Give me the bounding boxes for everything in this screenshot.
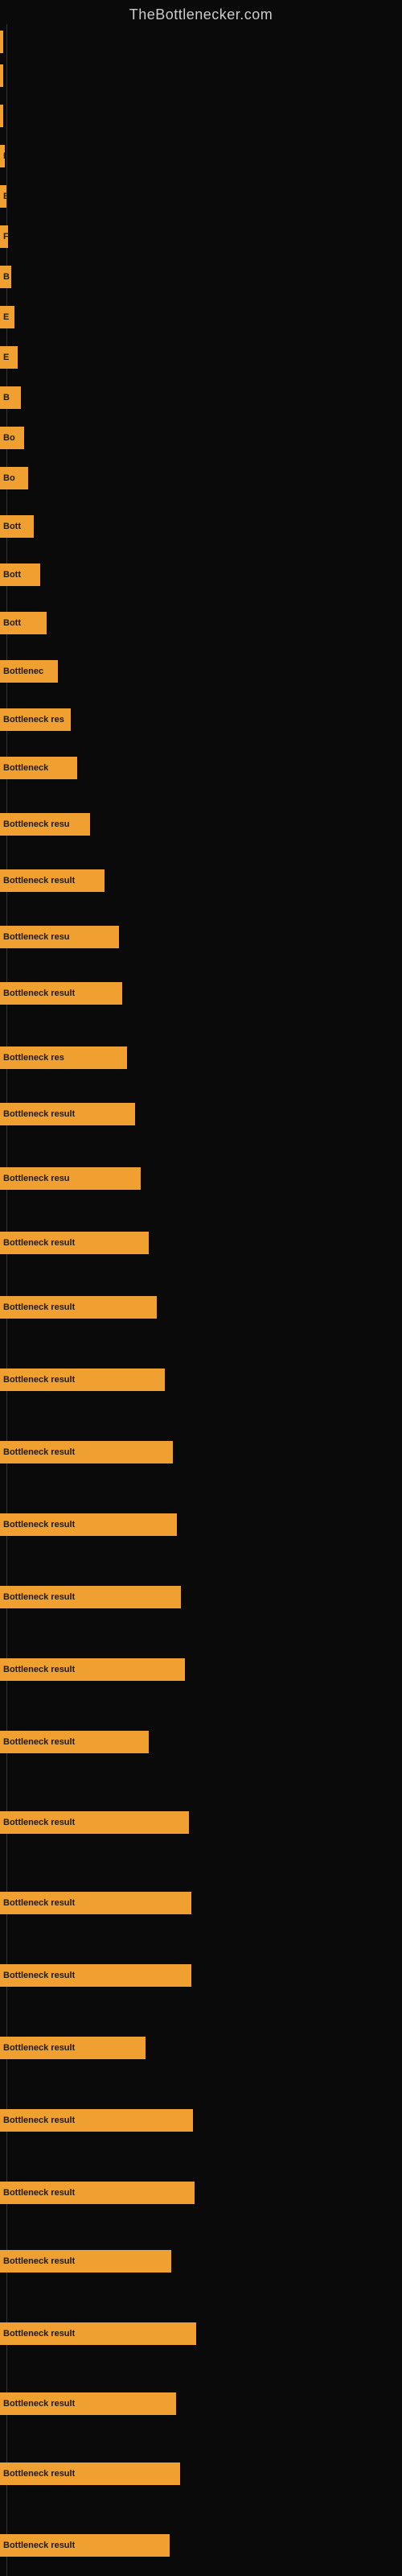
bar-item: Bo bbox=[0, 467, 28, 489]
bar-label: Bottleneck result bbox=[3, 2043, 75, 2053]
bar-item: F bbox=[0, 225, 8, 248]
bar-item: B bbox=[0, 386, 21, 409]
bar-label: B bbox=[3, 393, 10, 402]
bar-item: Bottleneck result bbox=[0, 982, 122, 1005]
bar-label: Bottleneck result bbox=[3, 1447, 75, 1457]
bar-label: Bottleneck bbox=[3, 763, 48, 773]
bar-item: Bottleneck result bbox=[0, 2037, 146, 2059]
bar-label: Bo bbox=[3, 473, 15, 483]
bar-item: Bottleneck result bbox=[0, 2322, 196, 2345]
bar-item: E bbox=[0, 145, 5, 167]
bar-label: Bottleneck result bbox=[3, 2399, 75, 2409]
chart-container: TheBottlenecker.com E E F B E E B Bo Bo Bott Bott B… bbox=[0, 0, 402, 2576]
bar-item: E bbox=[0, 306, 14, 328]
bar-item: B bbox=[0, 266, 11, 288]
bar-item: Bottleneck result bbox=[0, 1586, 181, 1608]
bar-item: Bottlenec bbox=[0, 660, 58, 683]
bar-label: E bbox=[3, 151, 5, 161]
bar-item: Bottleneck bbox=[0, 757, 77, 779]
bar-label: Bottleneck res bbox=[3, 715, 64, 724]
bar-label: Bottleneck result bbox=[3, 1592, 75, 1602]
bar-item: Bottleneck resu bbox=[0, 926, 119, 948]
bar-label: Bottleneck result bbox=[3, 1898, 75, 1908]
bar-item: E bbox=[0, 185, 6, 208]
bar-item: Bottleneck result bbox=[0, 1368, 165, 1391]
bar-label: Bottleneck result bbox=[3, 2116, 75, 2125]
bar-item: Bottleneck result bbox=[0, 2534, 170, 2557]
bar-label: Bottleneck result bbox=[3, 2329, 75, 2339]
bar-label: F bbox=[3, 232, 8, 242]
bar-item: Bottleneck result bbox=[0, 1103, 135, 1125]
bar-item: Bottleneck result bbox=[0, 2182, 195, 2204]
bar-label: Bottleneck result bbox=[3, 2188, 75, 2198]
bar-item: Bottleneck result bbox=[0, 1513, 177, 1536]
bar-label: Bottleneck result bbox=[3, 1302, 75, 1312]
bar-label: E bbox=[3, 192, 6, 201]
bar-label: Bottleneck result bbox=[3, 1971, 75, 1980]
bar-label: B bbox=[3, 272, 10, 282]
bar-label: Bottleneck result bbox=[3, 876, 75, 886]
bar-label: Bottleneck result bbox=[3, 2469, 75, 2479]
bar-label: Bottlenec bbox=[3, 667, 43, 676]
bar-label: Bottleneck result bbox=[3, 1109, 75, 1119]
bar-label: Bott bbox=[3, 522, 21, 531]
bar-item: Bottleneck result bbox=[0, 1658, 185, 1681]
bar-item: Bottleneck result bbox=[0, 2250, 171, 2273]
bar-item: Bottleneck resu bbox=[0, 1167, 141, 1190]
bar-label: Bottleneck result bbox=[3, 2541, 75, 2550]
bar-item: Bottleneck result bbox=[0, 1731, 149, 1753]
bar-item bbox=[0, 105, 3, 127]
bar-label: Bottleneck result bbox=[3, 1818, 75, 1827]
bar-item: Bottleneck result bbox=[0, 2462, 180, 2485]
bar-label: E bbox=[3, 312, 9, 322]
bar-item: Bott bbox=[0, 564, 40, 586]
bar-item: Bottleneck result bbox=[0, 1964, 191, 1987]
bar-item: Bottleneck res bbox=[0, 708, 71, 731]
bar-item: Bottleneck result bbox=[0, 2109, 193, 2132]
bar-label: Bottleneck res bbox=[3, 1053, 64, 1063]
bar-label: Bottleneck result bbox=[3, 1737, 75, 1747]
bar-item: Bottleneck result bbox=[0, 1892, 191, 1914]
bar-item: Bott bbox=[0, 612, 47, 634]
bar-item: Bo bbox=[0, 427, 24, 449]
bar-item: Bottleneck res bbox=[0, 1046, 127, 1069]
bar-label: Bottleneck result bbox=[3, 1238, 75, 1248]
bar-item: Bottleneck result bbox=[0, 869, 105, 892]
bar-label: Bottleneck result bbox=[3, 2256, 75, 2266]
site-title: TheBottlenecker.com bbox=[0, 0, 402, 27]
bar-item: Bottleneck result bbox=[0, 1232, 149, 1254]
bar-label: Bottleneck result bbox=[3, 1665, 75, 1674]
bar-item: E bbox=[0, 346, 18, 369]
bar-item: Bott bbox=[0, 515, 34, 538]
bar-label: Bottleneck result bbox=[3, 989, 75, 998]
bar-label: Bottleneck resu bbox=[3, 1174, 70, 1183]
bar-label: Bott bbox=[3, 618, 21, 628]
bar-label: E bbox=[3, 353, 9, 362]
bar-item: Bottleneck result bbox=[0, 1296, 157, 1319]
bar-item: Bottleneck result bbox=[0, 2392, 176, 2415]
bar-label: Bottleneck resu bbox=[3, 932, 70, 942]
bar-label: Bottleneck result bbox=[3, 1520, 75, 1530]
bar-item bbox=[0, 64, 3, 87]
bar-item: Bottleneck result bbox=[0, 1441, 173, 1463]
bar-label: Bo bbox=[3, 433, 15, 443]
bar-label: Bottleneck result bbox=[3, 1375, 75, 1385]
bar-label: Bott bbox=[3, 570, 21, 580]
bar-item: Bottleneck resu bbox=[0, 813, 90, 836]
bar-item bbox=[0, 31, 3, 53]
bar-label: Bottleneck resu bbox=[3, 819, 70, 829]
bar-item: Bottleneck result bbox=[0, 1811, 189, 1834]
